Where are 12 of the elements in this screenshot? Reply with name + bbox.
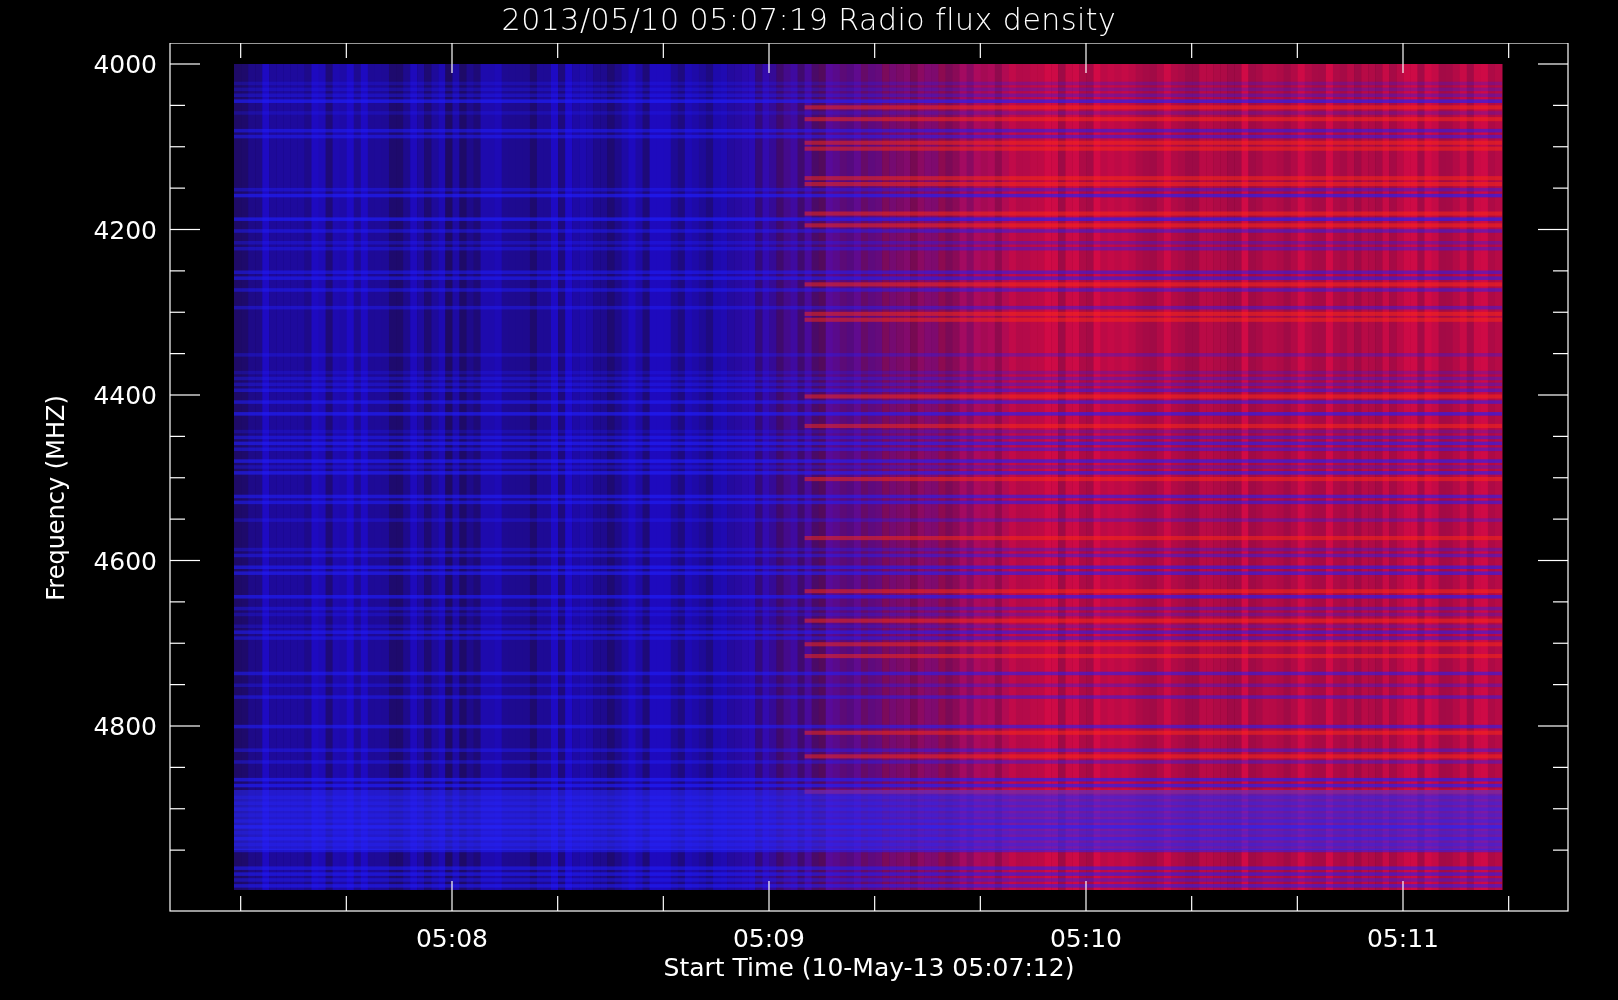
x-tick-label: 05:08 [416, 924, 488, 953]
x-axis-label: Start Time (10-May-13 05:07:12) [663, 953, 1075, 982]
x-tick-label: 05:10 [1050, 924, 1122, 953]
y-axis-label: Frequency (MHZ) [42, 395, 70, 601]
x-tick-label: 05:09 [733, 924, 805, 953]
y-tick-label: 4400 [93, 381, 157, 410]
x-tick-label: 05:11 [1367, 924, 1439, 953]
y-tick-label: 4800 [93, 712, 157, 741]
y-tick-label: 4200 [93, 215, 157, 245]
y-tick-label: 4600 [93, 546, 157, 576]
y-tick-label: 4000 [93, 50, 157, 79]
chart-title: 2013/05/10 05:07:19 Radio flux density [501, 1, 1117, 39]
